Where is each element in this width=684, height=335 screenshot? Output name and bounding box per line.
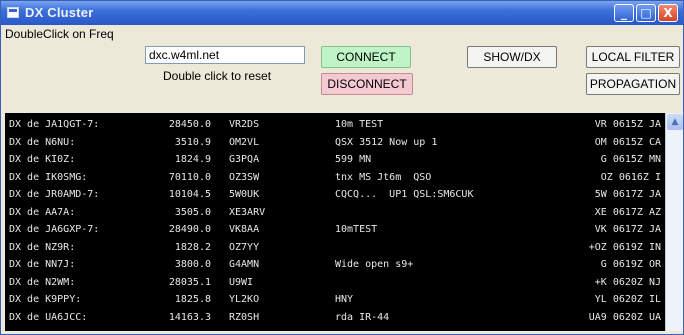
spot-spotter: DX de K9PPY: [9, 294, 82, 305]
server-input[interactable]: dxc.w4ml.net [145, 46, 305, 64]
spot-callsign: U9WI [229, 276, 254, 288]
spot-frequency[interactable]: 14163.3 [153, 310, 211, 326]
dx-cluster-window: DX Cluster _ □ X DoubleClick on Freq dxc… [0, 0, 684, 335]
app-icon [7, 7, 19, 18]
spot-callsign: G4AMN [229, 259, 260, 270]
spot-frequency[interactable]: 3505.0 [153, 205, 211, 221]
spot-time-location: OM 0615Z CA [594, 136, 661, 148]
spot-comment: tnx MS Jt6m QSO [335, 171, 432, 183]
spot-callsign: 5W0UK [229, 189, 260, 200]
spot-callsign: XE3ARV [229, 206, 266, 218]
spot-callsign: OZ7YY [229, 241, 260, 253]
spot-comment: 599 MN [335, 154, 372, 165]
spot-callsign: OM2VL [229, 136, 260, 148]
spot-callsign: OZ3SW [229, 171, 260, 183]
spot-time-location: VR 0615Z JA [594, 119, 661, 130]
spot-callsign: VK8AA [229, 224, 260, 235]
spot-comment: QSX 3512 Now up 1 [335, 136, 438, 148]
spot-row[interactable]: DX de UA6JCC: 14163.3 RZ0SH rda IR-44 UA9 06… [5, 310, 665, 326]
spot-row[interactable]: DX de IK0SMG: 70110.0 OZ3SW tnx MS Jt6m QSO… [5, 170, 665, 186]
spot-comment: 10m TEST [335, 119, 384, 130]
spot-callsign: RZ0SH [229, 311, 260, 323]
spot-spotter: DX de N6NU: [9, 136, 76, 148]
vertical-scrollbar[interactable]: ▲ [665, 113, 683, 331]
title-bar[interactable]: DX Cluster _ □ X [1, 1, 683, 25]
spot-time-location: 5W 0617Z JA [594, 189, 661, 200]
spot-comment: 10mTEST [335, 224, 378, 235]
spot-callsign: YL2KO [229, 294, 260, 305]
spot-frequency[interactable]: 1828.2 [153, 240, 211, 256]
close-button[interactable]: X [658, 4, 678, 22]
spot-time-location: G 0615Z MN [600, 154, 661, 165]
spot-spotter: DX de JR0AMD-7: [9, 189, 100, 200]
spot-row[interactable]: DX de JA6GXP-7: 28490.0 VK8AA 10mTEST VK 061… [5, 222, 665, 238]
spot-time-location: OZ 0616Z I [600, 171, 661, 183]
spot-frequency[interactable]: 28035.1 [153, 275, 211, 291]
spot-row[interactable]: DX de KI0Z: 1824.9 G3PQA 599 MN G 0615Z MN [5, 152, 665, 168]
spot-row[interactable]: DX de NN7J: 3800.0 G4AMN Wide open s9+ G 061… [5, 257, 665, 273]
local-filter-button[interactable]: LOCAL FILTER [586, 46, 680, 68]
spot-comment: CQCQ... UP1 QSL:SM6CUK [335, 189, 474, 200]
spot-comment: HNY [335, 294, 354, 305]
spot-frequency[interactable]: 28490.0 [153, 222, 211, 238]
spot-spotter: DX de JA1QGT-7: [9, 119, 100, 130]
maximize-button[interactable]: □ [636, 4, 656, 22]
spot-time-location: UA9 0620Z UA [588, 311, 661, 323]
spot-time-location: +K 0620Z NJ [594, 276, 661, 288]
spot-frequency[interactable]: 1825.8 [153, 292, 211, 308]
propagation-button[interactable]: PROPAGATION [586, 73, 680, 95]
spot-comment: rda IR-44 [335, 311, 390, 323]
spot-frequency[interactable]: 3800.0 [153, 257, 211, 273]
freq-label: DoubleClick on Freq [5, 27, 114, 41]
spot-spotter: DX de AA7A: [9, 206, 76, 218]
spot-spotter: DX de UA6JCC: [9, 311, 88, 323]
spot-frequency[interactable]: 1824.9 [153, 152, 211, 168]
connect-button[interactable]: CONNECT [321, 46, 411, 68]
window-title: DX Cluster [25, 5, 94, 20]
spot-row[interactable]: DX de JA1QGT-7: 28450.0 VR2DS 10m TEST VR 06… [5, 117, 665, 133]
spot-time-location: VK 0617Z JA [594, 224, 661, 235]
spot-row[interactable]: DX de N2WM: 28035.1 U9WI +K 0620Z NJ [5, 275, 665, 291]
minimize-button[interactable]: _ [614, 4, 634, 22]
spot-row[interactable]: DX de JR0AMD-7: 10104.5 5W0UK CQCQ... UP1 Q… [5, 187, 665, 203]
dx-spot-list[interactable]: DX de JA1QGT-7: 28450.0 VR2DS 10m TEST VR 06… [5, 113, 665, 331]
spot-callsign: G3PQA [229, 154, 260, 165]
spot-frequency[interactable]: 28450.0 [153, 117, 211, 133]
spot-row[interactable]: DX de N6NU: 3510.9 OM2VL QSX 3512 Now up 1 O… [5, 135, 665, 151]
spot-time-location: YL 0620Z IL [594, 294, 661, 305]
spot-frequency[interactable]: 70110.0 [153, 170, 211, 186]
scroll-up-arrow-icon[interactable]: ▲ [667, 114, 683, 130]
spot-callsign: VR2DS [229, 119, 260, 130]
spot-row[interactable]: DX de AA7A: 3505.0 XE3ARV XE 0617Z AZ [5, 205, 665, 221]
spot-row[interactable]: DX de K9PPY: 1825.8 YL2KO HNY YL 0620Z IL [5, 292, 665, 308]
toolbar: DoubleClick on Freq dxc.w4ml.net Double … [1, 25, 683, 113]
spot-spotter: DX de JA6GXP-7: [9, 224, 100, 235]
reset-hint: Double click to reset [163, 69, 272, 83]
spot-time-location: XE 0617Z AZ [594, 206, 661, 218]
spot-comment: Wide open s9+ [335, 259, 414, 270]
spot-spotter: DX de IK0SMG: [9, 171, 88, 183]
spot-row[interactable]: DX de NZ9R: 1828.2 OZ7YY +OZ 0619Z IN [5, 240, 665, 256]
spot-spotter: DX de NZ9R: [9, 241, 76, 253]
disconnect-button[interactable]: DISCONNECT [321, 73, 413, 95]
spot-frequency[interactable]: 10104.5 [153, 187, 211, 203]
spot-time-location: G 0619Z OR [600, 259, 661, 270]
show-dx-button[interactable]: SHOW/DX [467, 46, 557, 68]
spot-spotter: DX de N2WM: [9, 276, 76, 288]
spot-frequency[interactable]: 3510.9 [153, 135, 211, 151]
spot-time-location: +OZ 0619Z IN [588, 241, 661, 253]
spot-spotter: DX de NN7J: [9, 259, 76, 270]
spot-spotter: DX de KI0Z: [9, 154, 76, 165]
